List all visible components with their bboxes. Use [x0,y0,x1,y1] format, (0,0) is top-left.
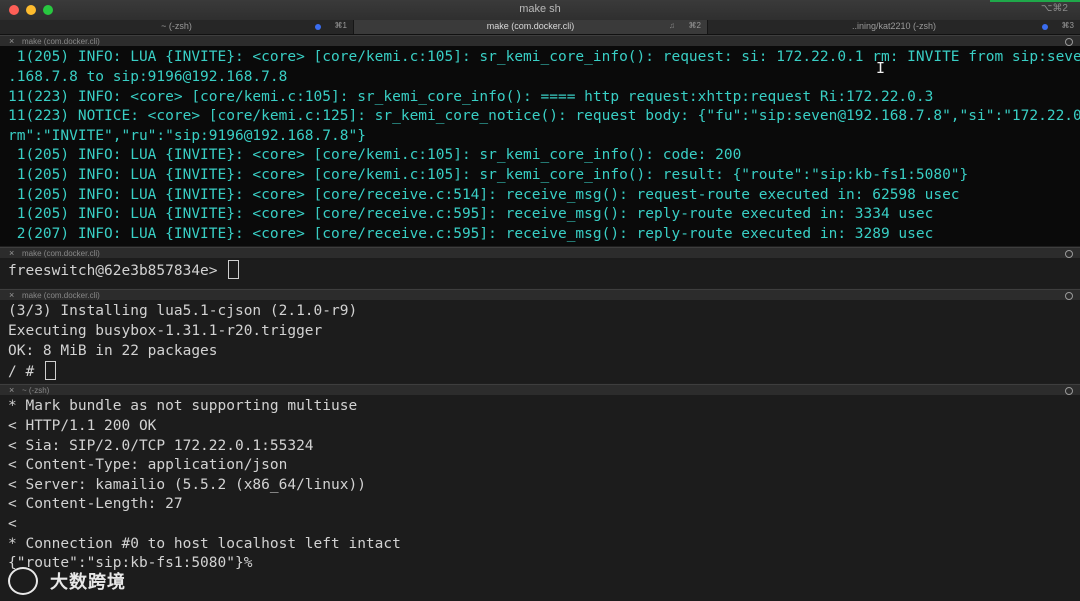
watermark-logo-icon [8,567,38,595]
block-cursor [228,260,240,279]
watermark-text: 大数跨境 [50,572,126,592]
log-line: rm":"INVITE","ru":"sip:9196@192.168.7.8"… [8,128,366,144]
tab-shortcut: ⌘1 [334,21,347,30]
text-cursor-icon: I [876,59,886,77]
pane-menu-icon[interactable] [1065,387,1073,395]
prompt-line[interactable]: freeswitch@62e3b857834e> [8,260,240,282]
pane-title: make (com.docker.cli) [22,249,100,258]
terminal-pane-freeswitch[interactable]: × make (com.docker.cli) freeswitch@62e3b… [0,247,1080,288]
output-line: * Connection #0 to host localhost left i… [8,536,401,552]
terminal-pane-log[interactable]: × make (com.docker.cli) 1(205) INFO: LUA… [0,35,1080,246]
tab-make[interactable]: make (com.docker.cli) ♫ ⌘2 [354,20,708,34]
terminal-output[interactable]: 1(205) INFO: LUA {INVITE}: <core> [core/… [0,46,1080,246]
output-line: < Sia: SIP/2.0/TCP 172.22.0.1:55324 [8,438,314,454]
progress-indicator [990,0,1080,2]
log-line: 11(223) NOTICE: <core> [core/kemi.c:125]… [8,108,1080,124]
tab-label: make (com.docker.cli) [486,21,575,31]
log-line: 1(205) INFO: LUA {INVITE}: <core> [core/… [8,167,969,183]
microphone-icon: ♫ [669,21,675,30]
window-title: make sh [519,3,561,15]
log-line: .168.7.8 to sip:9196@192.168.7.8 [8,69,288,85]
log-line: 1(205) INFO: LUA {INVITE}: <core> [core/… [8,187,960,203]
tab-zsh[interactable]: ~ (-zsh) ⌘1 [0,20,354,34]
log-line: 11(223) INFO: <core> [core/kemi.c:105]: … [8,89,934,105]
activity-dot-icon [1042,24,1048,30]
log-line: 1(205) INFO: LUA {INVITE}: <core> [core/… [8,49,1080,65]
output-line: < Content-Type: application/json [8,457,288,473]
output-line: (3/3) Installing lua5.1-cjson (2.1.0-r9) [8,303,358,319]
tab-training-zsh[interactable]: ..ining/kat2210 (-zsh) ⌘3 [708,20,1080,34]
log-line: 1(205) INFO: LUA {INVITE}: <core> [core/… [8,147,742,163]
watermark: 大数跨境 [8,563,148,595]
prompt-text: freeswitch@62e3b857834e> [8,263,227,279]
prompt-line[interactable]: / # [8,361,56,383]
output-line: OK: 8 MiB in 22 packages [8,343,218,359]
terminal-pane-shell[interactable]: × make (com.docker.cli) (3/3) Installing… [0,289,1080,383]
output-line: < Content-Length: 27 [8,496,183,512]
log-line: 1(205) INFO: LUA {INVITE}: <core> [core/… [8,206,934,222]
output-line: < HTTP/1.1 200 OK [8,418,157,434]
window-shortcut: ⌥⌘2 [1040,3,1068,14]
log-line: 2(207) INFO: LUA {INVITE}: <core> [core/… [8,226,934,242]
output-line: < Server: kamailio (5.5.2 (x86_64/linux)… [8,477,366,493]
pane-menu-icon[interactable] [1065,292,1073,300]
tab-bar: ~ (-zsh) ⌘1 make (com.docker.cli) ♫ ⌘2 .… [0,20,1080,35]
window-titlebar: make sh ⌥⌘2 [0,0,1080,21]
tab-shortcut: ⌘3 [1061,21,1074,30]
pane-menu-icon[interactable] [1065,38,1073,46]
tab-shortcut: ⌘2 [688,21,701,30]
output-line: Executing busybox-1.31.1-r20.trigger [8,323,323,339]
activity-dot-icon [315,24,321,30]
terminal-pane-zsh[interactable]: × ~ (-zsh) * Mark bundle as not supporti… [0,384,1080,601]
pane-title: make (com.docker.cli) [22,291,100,300]
pane-menu-icon[interactable] [1065,250,1073,258]
terminal-output[interactable]: freeswitch@62e3b857834e> [0,258,1080,288]
tab-label: ~ (-zsh) [161,21,192,31]
pane-title: ~ (-zsh) [22,386,50,395]
terminal-output[interactable]: (3/3) Installing lua5.1-cjson (2.1.0-r9)… [0,300,1080,383]
output-line: * Mark bundle as not supporting multiuse [8,398,358,414]
pane-title: make (com.docker.cli) [22,37,100,46]
output-line: < [8,516,17,532]
block-cursor [44,361,56,380]
tab-label: ..ining/kat2210 (-zsh) [851,21,937,31]
terminal-output[interactable]: * Mark bundle as not supporting multiuse… [0,395,1080,601]
prompt-text: / # [8,364,43,380]
